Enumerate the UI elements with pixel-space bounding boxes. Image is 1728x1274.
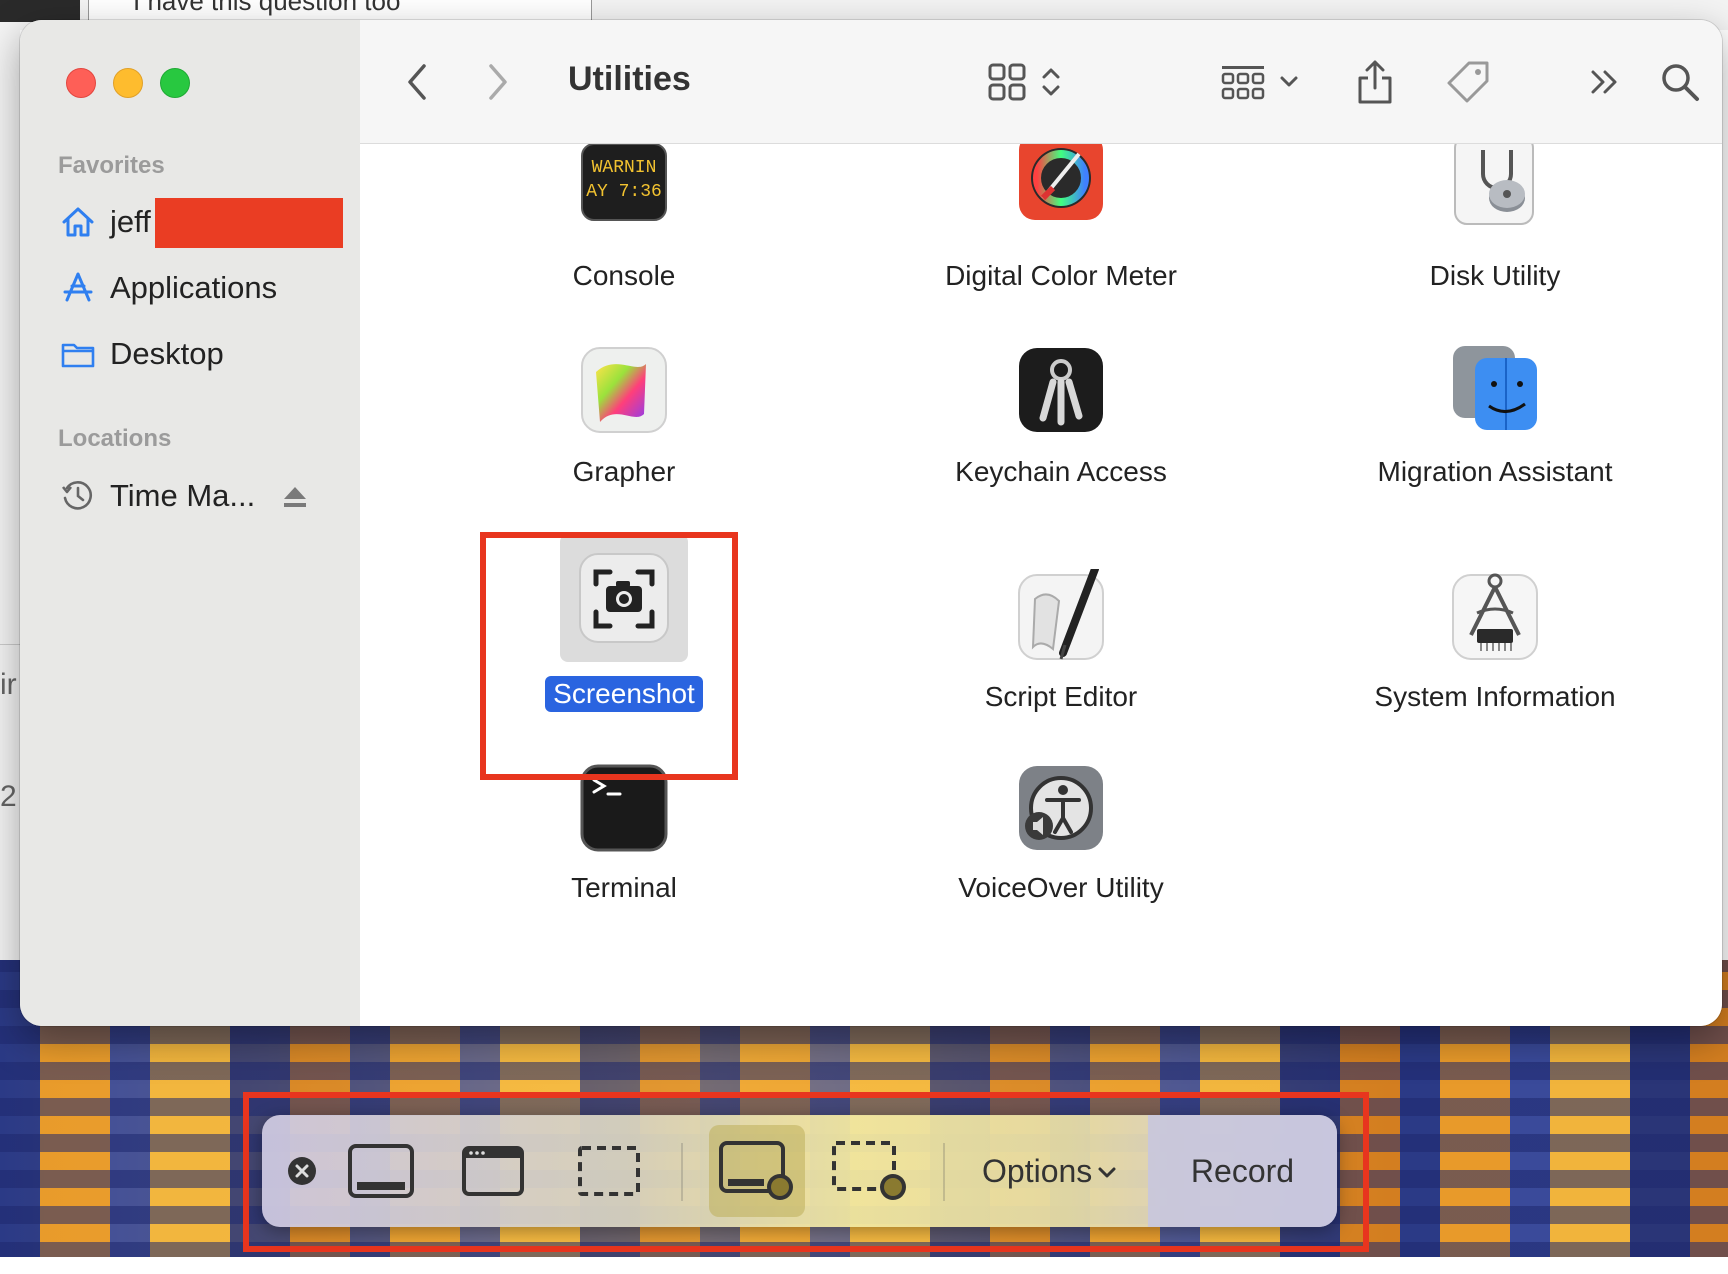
app-label: System Information xyxy=(1374,681,1616,712)
applications-icon xyxy=(63,272,93,302)
close-capture-button[interactable] xyxy=(282,1115,322,1227)
grapher-icon xyxy=(576,344,672,440)
app-label: Digital Color Meter xyxy=(945,260,1177,291)
digital-color-meter-icon xyxy=(1013,134,1109,240)
app-item-keychain-access[interactable]: Keychain Access xyxy=(861,344,1261,490)
record-selection-button[interactable] xyxy=(830,1115,914,1227)
chevron-right-icon xyxy=(489,63,507,100)
screenshot-capture-bar: Options Record xyxy=(262,1115,1337,1227)
forward-button[interactable] xyxy=(473,20,523,143)
app-item-migration-assistant[interactable]: Migration Assistant xyxy=(1295,344,1695,490)
chevron-down-icon xyxy=(1280,76,1298,86)
console-icon: WARNIN AY 7:36 xyxy=(576,143,672,240)
app-item-digital-color-meter[interactable]: Digital Color Meter xyxy=(861,134,1261,294)
capture-entire-screen-button[interactable] xyxy=(344,1115,418,1227)
options-label: Options xyxy=(982,1152,1093,1189)
finder-sidebar: Favorites jeff Applications Desktop Loca… xyxy=(20,20,360,1026)
sidebar-item-label: Applications xyxy=(110,270,278,305)
sidebar-item-label: Desktop xyxy=(110,336,224,371)
group-grid-icon xyxy=(1221,65,1265,99)
app-label: Keychain Access xyxy=(955,456,1167,487)
close-circle-icon xyxy=(288,1157,316,1185)
close-window-button[interactable] xyxy=(66,68,96,98)
home-icon xyxy=(62,207,94,237)
sidebar-item-desktop[interactable]: Desktop xyxy=(60,332,224,376)
search-icon xyxy=(1662,63,1699,101)
app-label: Disk Utility xyxy=(1429,260,1561,291)
zoom-window-button[interactable] xyxy=(160,68,190,98)
annotation-highlight-screenshot xyxy=(480,532,738,780)
group-by-button[interactable] xyxy=(1210,20,1310,143)
script-editor-icon xyxy=(1013,565,1109,665)
sidebar-item-label: Time Ma... xyxy=(110,478,256,513)
capture-bar-divider xyxy=(681,1143,683,1201)
record-screen-icon xyxy=(719,1141,793,1200)
app-label: Terminal xyxy=(571,872,677,903)
app-item-system-information[interactable]: System Information xyxy=(1295,569,1695,715)
view-mode-button[interactable] xyxy=(980,20,1070,143)
search-button[interactable] xyxy=(1650,20,1710,143)
share-button[interactable] xyxy=(1345,20,1405,143)
share-icon xyxy=(1358,60,1392,103)
record-selection-icon xyxy=(832,1141,906,1200)
sidebar-item-applications[interactable]: Applications xyxy=(60,266,277,310)
background-dark-tab xyxy=(0,0,80,22)
app-label: Grapher xyxy=(572,456,676,487)
more-toolbar-button[interactable] xyxy=(1575,20,1635,143)
migration-assistant-icon xyxy=(1447,344,1543,440)
locations-heading: Locations xyxy=(58,425,172,452)
redaction-bar xyxy=(155,198,343,248)
sidebar-item-label: jeff xyxy=(110,204,151,239)
time-machine-icon xyxy=(61,481,93,510)
app-item-disk-utility[interactable]: Disk Utility xyxy=(1295,135,1695,294)
sidebar-item-time-machine[interactable]: Time Ma... xyxy=(60,474,255,518)
record-entire-screen-button[interactable] xyxy=(717,1115,801,1227)
tag-icon xyxy=(1447,61,1489,102)
app-label: VoiceOver Utility xyxy=(958,872,1164,903)
finder-toolbar: Utilities xyxy=(360,20,1722,144)
chevron-up-down-icon xyxy=(1042,68,1060,95)
voiceover-utility-icon xyxy=(1013,760,1109,856)
record-label: Record xyxy=(1190,1152,1295,1189)
app-label: Migration Assistant xyxy=(1377,456,1613,487)
capture-bar-divider xyxy=(943,1143,945,1201)
options-button[interactable]: Options xyxy=(982,1115,1118,1227)
system-information-icon xyxy=(1447,569,1543,665)
app-label: Console xyxy=(572,260,676,291)
chevron-down-icon xyxy=(1098,1167,1116,1178)
finder-window: Favorites jeff Applications Desktop Loca… xyxy=(20,20,1722,1026)
entire-screen-icon xyxy=(348,1144,414,1198)
app-item-terminal[interactable]: Terminal xyxy=(424,760,824,906)
tags-button[interactable] xyxy=(1438,20,1498,143)
disk-utility-icon xyxy=(1447,135,1543,240)
eject-icon[interactable] xyxy=(282,485,308,509)
selection-capture-icon xyxy=(578,1146,640,1196)
app-item-grapher[interactable]: Grapher xyxy=(424,344,824,490)
folder-icon xyxy=(61,343,95,368)
record-button[interactable]: Record xyxy=(1148,1115,1337,1227)
sidebar-item-jeff[interactable]: jeff xyxy=(60,200,151,244)
background-text-fragment: 2 xyxy=(0,780,17,813)
window-capture-icon xyxy=(462,1146,524,1196)
app-label: Script Editor xyxy=(984,681,1138,712)
keychain-access-icon xyxy=(1013,344,1109,440)
app-item-script-editor[interactable]: Script Editor xyxy=(861,565,1261,715)
app-item-console[interactable]: WARNIN AY 7:36 Console xyxy=(424,143,824,294)
background-divider xyxy=(0,644,20,645)
window-title: Utilities xyxy=(568,60,691,98)
capture-selection-button[interactable] xyxy=(574,1115,644,1227)
app-item-voiceover-utility[interactable]: VoiceOver Utility xyxy=(861,760,1261,906)
background-page-left xyxy=(0,30,20,975)
capture-window-button[interactable] xyxy=(458,1115,528,1227)
icon-grid-icon xyxy=(988,63,1026,100)
double-chevron-right-icon xyxy=(1591,70,1617,93)
svg-text:WARNIN: WARNIN xyxy=(592,158,657,178)
background-text-fragment: ir xyxy=(0,668,17,701)
favorites-heading: Favorites xyxy=(58,152,165,179)
svg-text:AY 7:36: AY 7:36 xyxy=(586,182,662,202)
minimize-window-button[interactable] xyxy=(113,68,143,98)
bottom-margin xyxy=(0,1257,1728,1274)
back-button[interactable] xyxy=(392,20,442,143)
chevron-left-icon xyxy=(408,63,426,100)
